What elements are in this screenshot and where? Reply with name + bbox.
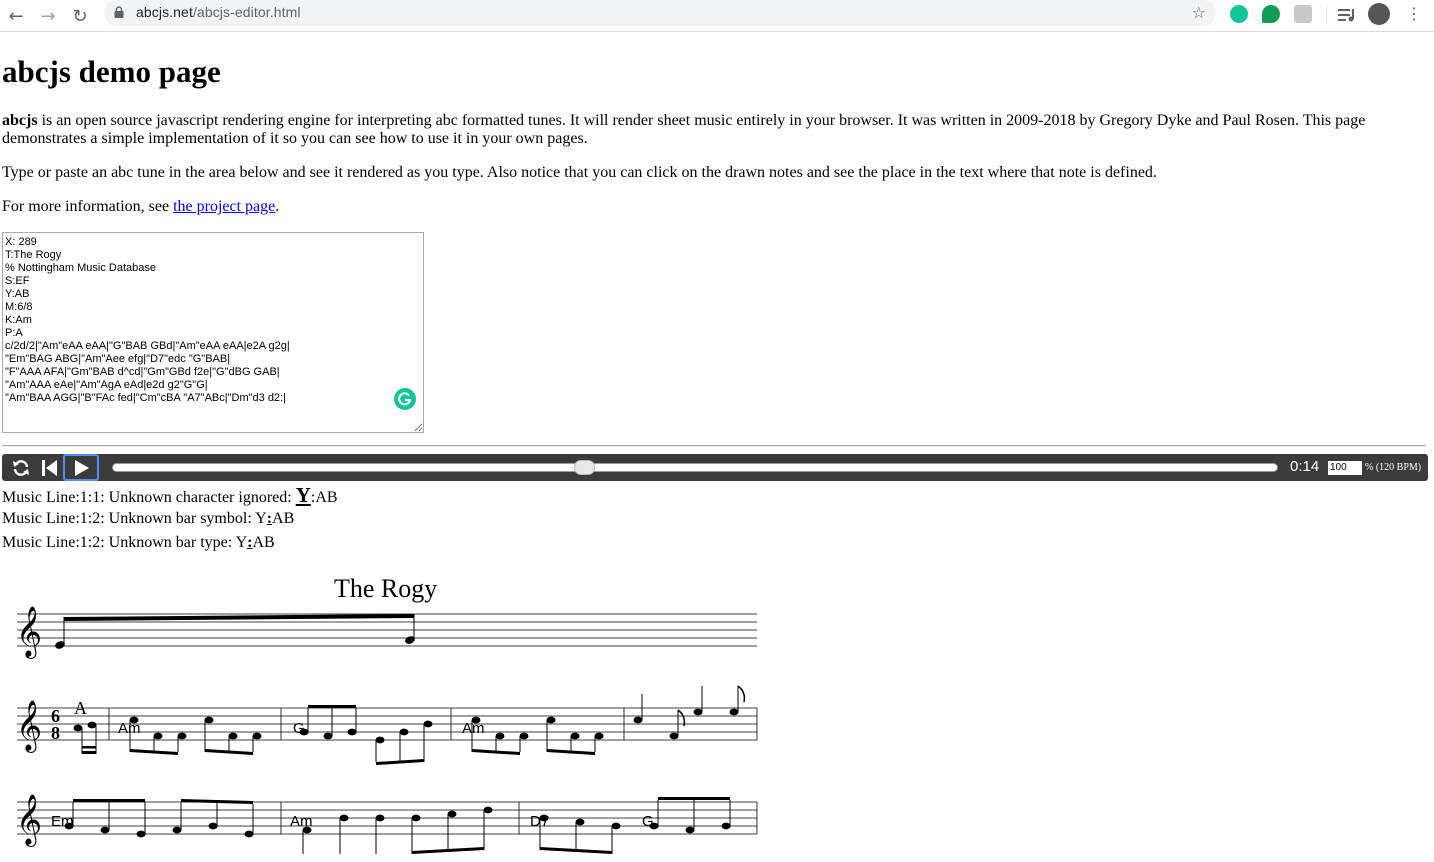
more-info-suffix: . [275, 198, 280, 215]
staff-notation[interactable]: 𝄞 𝄞 𝄞 6 8 [2, 562, 772, 862]
time-signature-bottom: 8 [51, 723, 60, 743]
forward-icon[interactable]: → [36, 4, 60, 28]
address-bar[interactable]: abcjs.net/abcjs-editor.html ☆ [104, 0, 1216, 26]
chord-symbol: G [293, 720, 305, 737]
project-page-link[interactable]: the project page [173, 198, 275, 215]
back-icon[interactable]: ← [4, 4, 28, 28]
chord-symbol: Am [462, 720, 485, 737]
audio-player: 0:14 % (120 BPM) [2, 454, 1428, 481]
warning-line: Music Line:1:2: Unknown bar type: Y:AB [2, 534, 275, 551]
bookmark-star-icon[interactable]: ☆ [1192, 3, 1206, 22]
page-title: abcjs demo page [2, 54, 221, 89]
chord-symbol: G [642, 813, 654, 830]
chord-symbol: D7 [530, 813, 550, 830]
abc-editor-textarea[interactable]: X: 289 T:The Rogy % Nottingham Music Dat… [2, 232, 424, 433]
intro-paragraph: abcjs is an open source javascript rende… [2, 112, 1402, 148]
tempo-label: % (120 BPM) [1365, 462, 1422, 473]
part-label: A [74, 698, 87, 718]
url-text: abcjs.net/abcjs-editor.html [136, 4, 301, 20]
instructions-paragraph: Type or paste an abc tune in the area be… [2, 164, 1157, 181]
intro-text: is an open source javascript rendering e… [2, 112, 1366, 147]
play-button[interactable] [63, 454, 99, 481]
grammarly-badge-icon[interactable] [394, 388, 416, 410]
treble-clef-icon: 𝄞 [16, 700, 42, 753]
extension-icon[interactable] [1294, 5, 1312, 23]
more-menu-icon[interactable]: ⋮ [1406, 4, 1422, 23]
progress-thumb[interactable] [574, 460, 596, 475]
more-info-paragraph: For more information, see the project pa… [2, 198, 279, 216]
reload-icon[interactable]: ↻ [68, 4, 92, 28]
loop-icon[interactable] [10, 454, 32, 481]
chord-symbol: Am [290, 813, 313, 830]
media-control-icon[interactable] [1338, 7, 1356, 23]
progress-bar[interactable] [112, 463, 1278, 472]
treble-clef-icon: 𝄞 [16, 606, 42, 659]
sheet-music: The Rogy 𝄞 𝄞 𝄞 6 8 A Am G Am Em Am D7 G [2, 562, 772, 862]
chord-symbol: Am [118, 720, 141, 737]
tempo-input[interactable] [1328, 461, 1362, 475]
browser-toolbar: ← → ↻ abcjs.net/abcjs-editor.html ☆ ⋮ [0, 0, 1434, 32]
toolbar-divider [1326, 6, 1327, 24]
treble-clef-icon: 𝄞 [16, 794, 42, 847]
playback-time: 0:14 [1290, 458, 1320, 475]
divider [2, 445, 1426, 447]
lock-icon [114, 6, 124, 18]
avatar[interactable] [1368, 3, 1390, 25]
restart-icon[interactable] [38, 454, 60, 481]
chord-symbol: Em [51, 813, 74, 830]
play-icon [75, 459, 89, 476]
warning-line: Music Line:1:2: Unknown bar symbol: Y:AB [2, 510, 295, 527]
grammarly-extension-icon[interactable] [1230, 5, 1248, 23]
warning-line: Music Line:1:1: Unknown character ignore… [2, 483, 338, 507]
more-info-prefix: For more information, see [2, 198, 174, 215]
chat-extension-icon[interactable] [1262, 5, 1280, 23]
intro-bold: abcjs [2, 112, 38, 129]
